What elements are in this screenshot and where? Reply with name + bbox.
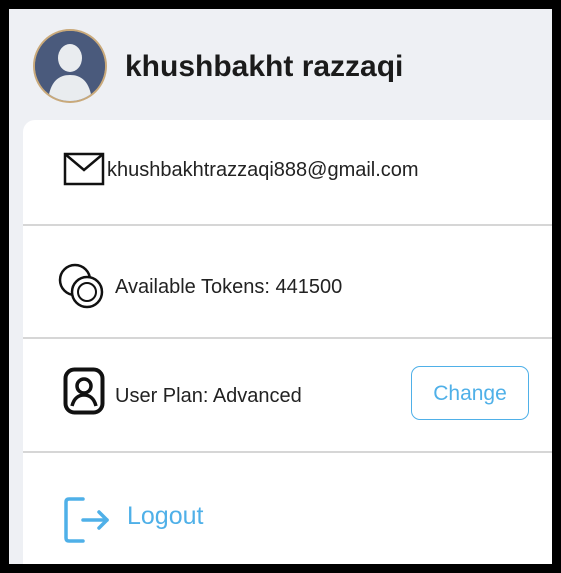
logout-icon [64,497,109,543]
envelope-icon [63,152,105,186]
logout-link[interactable]: Logout [53,485,233,545]
tokens-row: Available Tokens: 441500 [23,226,552,337]
user-silhouette-icon [35,31,105,101]
avatar [35,31,105,101]
change-plan-button[interactable]: Change [411,366,529,420]
profile-header: khushbakht razzaqi [9,9,552,120]
user-square-icon [63,367,105,415]
divider [23,451,552,453]
logout-label: Logout [127,502,204,530]
email-row: khushbakhtrazzaqi888@gmail.com [23,120,552,225]
tokens-text: Available Tokens: 441500 [115,276,343,298]
plan-text: User Plan: Advanced [115,385,302,407]
coins-icon [58,263,104,309]
email-text: khushbakhtrazzaqi888@gmail.com [107,159,419,181]
profile-dropdown: khushbakht razzaqi khushbakhtrazzaqi888@… [0,0,561,573]
profile-menu-card: khushbakhtrazzaqi888@gmail.com Available… [23,120,552,564]
user-name: khushbakht razzaqi [125,50,404,83]
